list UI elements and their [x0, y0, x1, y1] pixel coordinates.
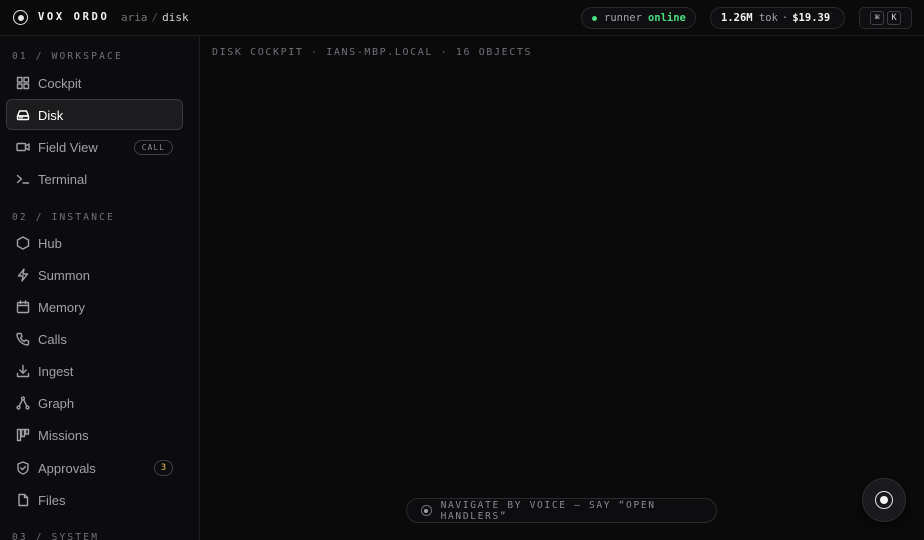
- grid-icon: [16, 76, 30, 90]
- usage-separator: ·: [781, 12, 789, 24]
- voice-hint-bar[interactable]: NAVIGATE BY VOICE — SAY “OPEN HANDLERS”: [406, 498, 717, 523]
- runner-label: runner: [604, 12, 642, 24]
- cmd-key: ⌘: [870, 11, 884, 25]
- token-unit: tok: [758, 12, 778, 24]
- sidebar-item-cockpit[interactable]: Cockpit: [6, 67, 183, 98]
- top-bar: VOX ORDO aria / disk runner online 1.26M t…: [0, 0, 924, 36]
- runner-status-pill[interactable]: runner online: [581, 7, 696, 29]
- sidebar-item-label: Approvals: [38, 461, 96, 476]
- video-icon: [16, 142, 30, 152]
- sidebar-item-approvals[interactable]: Approvals 3: [6, 452, 183, 483]
- sidebar-item-calls[interactable]: Calls: [6, 323, 183, 354]
- section-label-workspace: 01 / WORKSPACE: [12, 51, 123, 62]
- k-key: K: [887, 11, 901, 25]
- main-content: DISK COCKPIT · IANS-MBP.LOCAL · 16 OBJEC…: [200, 36, 924, 540]
- runner-status: online: [647, 12, 686, 24]
- terminal-icon: [16, 174, 30, 184]
- sidebar-item-ingest[interactable]: Ingest: [6, 355, 183, 386]
- sidebar-item-disk[interactable]: Disk: [6, 99, 183, 130]
- lightning-icon: [17, 268, 29, 282]
- section-label-instance: 02 / INSTANCE: [12, 212, 115, 223]
- brand-name[interactable]: VOX ORDO: [38, 11, 109, 23]
- sidebar-item-label: Field View: [38, 140, 98, 155]
- kanban-icon: [16, 428, 30, 442]
- sidebar-item-label: Graph: [38, 396, 75, 411]
- sidebar-item-label: Memory: [38, 300, 85, 315]
- sidebar-item-label: Ingest: [38, 364, 74, 379]
- breadcrumb-parent[interactable]: aria: [121, 11, 148, 24]
- sidebar-item-label: Missions: [38, 428, 89, 443]
- sidebar: 01 / WORKSPACE Cockpit Disk Field View C…: [0, 36, 200, 540]
- sidebar-item-hub[interactable]: Hub: [6, 227, 183, 258]
- section-label-system: 03 / SYSTEM: [12, 532, 100, 540]
- approvals-count-badge: 3: [154, 460, 173, 476]
- sidebar-item-label: Summon: [38, 268, 91, 283]
- breadcrumb-separator: /: [151, 11, 159, 24]
- phone-icon: [16, 332, 30, 346]
- status-dot-icon: [592, 15, 597, 21]
- vox-ordo-logo-icon[interactable]: [13, 10, 28, 25]
- sidebar-item-memory[interactable]: Memory: [6, 291, 183, 322]
- file-icon: [18, 493, 29, 507]
- breadcrumb-current: disk: [162, 11, 189, 24]
- sidebar-item-terminal[interactable]: Terminal: [6, 163, 183, 194]
- calendar-icon: [16, 300, 30, 314]
- sidebar-item-files[interactable]: Files: [6, 484, 183, 515]
- sidebar-item-missions[interactable]: Missions: [6, 419, 183, 450]
- call-badge: CALL: [133, 140, 173, 155]
- sidebar-item-label: Cockpit: [38, 76, 82, 91]
- breadcrumb: aria / disk: [121, 11, 189, 24]
- sidebar-item-label: Files: [38, 493, 66, 508]
- hard-drive-icon: [16, 110, 30, 121]
- sidebar-item-label: Calls: [38, 332, 67, 347]
- sidebar-item-field-view[interactable]: Field View CALL: [6, 131, 183, 162]
- voice-hint-text: NAVIGATE BY VOICE — SAY “OPEN HANDLERS”: [440, 499, 656, 522]
- voice-record-icon: [875, 491, 893, 509]
- graph-nodes-icon: [16, 396, 30, 410]
- sidebar-item-label: Disk: [38, 108, 64, 123]
- command-palette-button[interactable]: ⌘ K: [859, 7, 912, 29]
- voice-fab-button[interactable]: [862, 478, 906, 522]
- page-title: DISK COCKPIT · IANS-MBP.LOCAL · 16 OBJEC…: [212, 47, 533, 58]
- sidebar-item-graph[interactable]: Graph: [6, 387, 183, 418]
- download-icon: [16, 364, 30, 378]
- usage-pill[interactable]: 1.26M tok · $19.39: [710, 7, 845, 29]
- sidebar-item-label: Hub: [38, 236, 62, 251]
- hexagon-icon: [16, 236, 30, 250]
- shield-check-icon: [17, 461, 29, 475]
- sidebar-item-label: Terminal: [38, 172, 88, 187]
- voice-icon: [421, 505, 432, 516]
- sidebar-item-summon[interactable]: Summon: [6, 259, 183, 290]
- token-count: 1.26M: [721, 12, 753, 24]
- cost-value: $19.39: [792, 12, 831, 24]
